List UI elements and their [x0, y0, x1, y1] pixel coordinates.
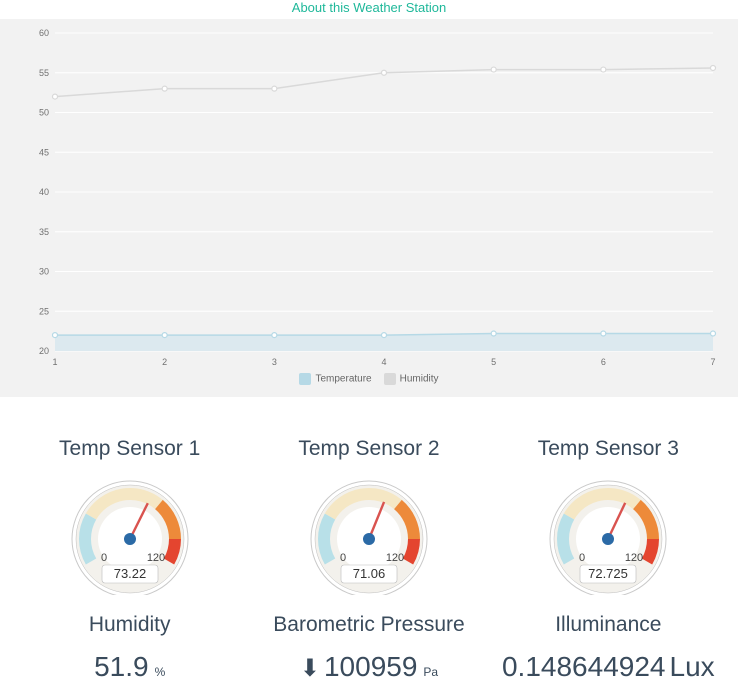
- legend-humidity: Humidity: [384, 373, 439, 385]
- temp-sensor-2: Temp Sensor 2 0 12071.06 Barometric Press…: [249, 437, 488, 683]
- illuminance-readout: 0.148644924 Lux: [489, 651, 728, 683]
- svg-text:20: 20: [39, 346, 49, 356]
- legend-temperature: Temperature: [299, 373, 371, 385]
- svg-text:30: 30: [39, 267, 49, 277]
- svg-text:45: 45: [39, 147, 49, 157]
- down-arrow-icon: ⬇︎: [300, 654, 320, 683]
- svg-text:5: 5: [491, 357, 496, 367]
- svg-text:3: 3: [272, 357, 277, 367]
- sensor-title: Temp Sensor 2: [249, 437, 488, 461]
- readout-title: Barometric Pressure: [249, 613, 488, 637]
- svg-text:50: 50: [39, 108, 49, 118]
- svg-text:1: 1: [52, 357, 57, 367]
- sensor-row: Temp Sensor 1 012073.22 Humidity 51.9% T…: [0, 437, 738, 683]
- svg-text:0: 0: [340, 552, 346, 564]
- trend-chart: 2025303540455055601234567 Temperature Hu…: [0, 19, 738, 397]
- svg-text:40: 40: [39, 187, 49, 197]
- svg-text:73.22: 73.22: [113, 566, 146, 581]
- gauge-2: 0 12071.06: [309, 475, 429, 595]
- svg-text:0: 0: [101, 552, 107, 564]
- svg-text:55: 55: [39, 68, 49, 78]
- temp-sensor-1: Temp Sensor 1 0 12073.22 Humidity 51.9%: [10, 437, 249, 683]
- humidity-readout: 51.9%: [10, 651, 249, 683]
- svg-text:120: 120: [625, 552, 643, 564]
- svg-text:60: 60: [39, 28, 49, 38]
- svg-text:4: 4: [381, 357, 386, 367]
- svg-text:0: 0: [579, 552, 585, 564]
- temp-sensor-3: Temp Sensor 3 0 120 72.725 Illuminance 0.1…: [489, 437, 728, 683]
- svg-text:120: 120: [146, 552, 164, 564]
- svg-text:72.725: 72.725: [588, 566, 628, 581]
- svg-text:2: 2: [162, 357, 167, 367]
- pressure-readout: ⬇︎ 100959Pa: [249, 651, 488, 683]
- svg-text:71.06: 71.06: [353, 566, 386, 581]
- svg-text:6: 6: [601, 357, 606, 367]
- svg-text:7: 7: [710, 357, 715, 367]
- svg-text:25: 25: [39, 306, 49, 316]
- sensor-title: Temp Sensor 3: [489, 437, 728, 461]
- svg-text:35: 35: [39, 227, 49, 237]
- gauge-1: 0 12073.22: [70, 475, 190, 595]
- about-link[interactable]: About this Weather Station: [0, 0, 738, 19]
- readout-title: Illuminance: [489, 613, 728, 637]
- readout-title: Humidity: [10, 613, 249, 637]
- line-chart-svg: 2025303540455055601234567: [19, 27, 719, 367]
- sensor-title: Temp Sensor 1: [10, 437, 249, 461]
- svg-text:120: 120: [386, 552, 404, 564]
- chart-legend: Temperature Humidity: [0, 373, 738, 385]
- gauge-3: 0 120 72.725: [548, 475, 668, 595]
